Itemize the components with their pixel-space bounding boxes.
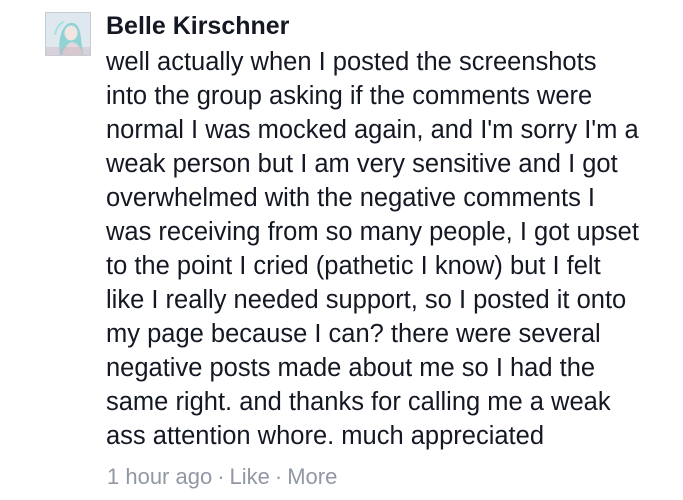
comment-text: well actually when I posted the screensh… [106,45,676,453]
comment-text-line: like I really needed support, so I poste… [106,286,627,314]
comment-text-line: overwhelmed with the negative comments I [106,184,595,212]
timestamp[interactable]: 1 hour ago [107,464,212,489]
author-name[interactable]: Belle Kirschner [106,8,676,44]
comment-body: Belle Kirschner well actually when I pos… [106,8,676,453]
comment-meta: 1 hour ago · Like · More [107,462,337,492]
comment-text-line: weak person but I am very sensitive and … [106,150,618,178]
comment-text-line: well actually when I posted the screensh… [106,48,597,76]
comment-text-line: negative posts made about me so I had th… [106,354,596,382]
avatar[interactable] [45,12,91,56]
separator: · [217,464,225,489]
comment-text-line: same right. and thanks for calling me a … [106,388,611,416]
more-link[interactable]: More [287,464,337,489]
comment-text-line: to the point I cried (pathetic I know) b… [106,252,601,280]
comment: Belle Kirschner well actually when I pos… [0,0,683,500]
comment-text-line: was receiving from so many people, I got… [106,218,639,246]
avatar-image [46,13,90,55]
comment-text-line: my page because I can? there were severa… [106,320,601,348]
comment-text-line: normal I was mocked again, and I'm sorry… [106,116,639,144]
separator: · [274,464,283,489]
comment-text-line: ass attention whore. much appreciated [106,422,545,450]
like-link[interactable]: Like [230,464,270,489]
comment-text-line: into the group asking if the comments we… [106,82,593,110]
